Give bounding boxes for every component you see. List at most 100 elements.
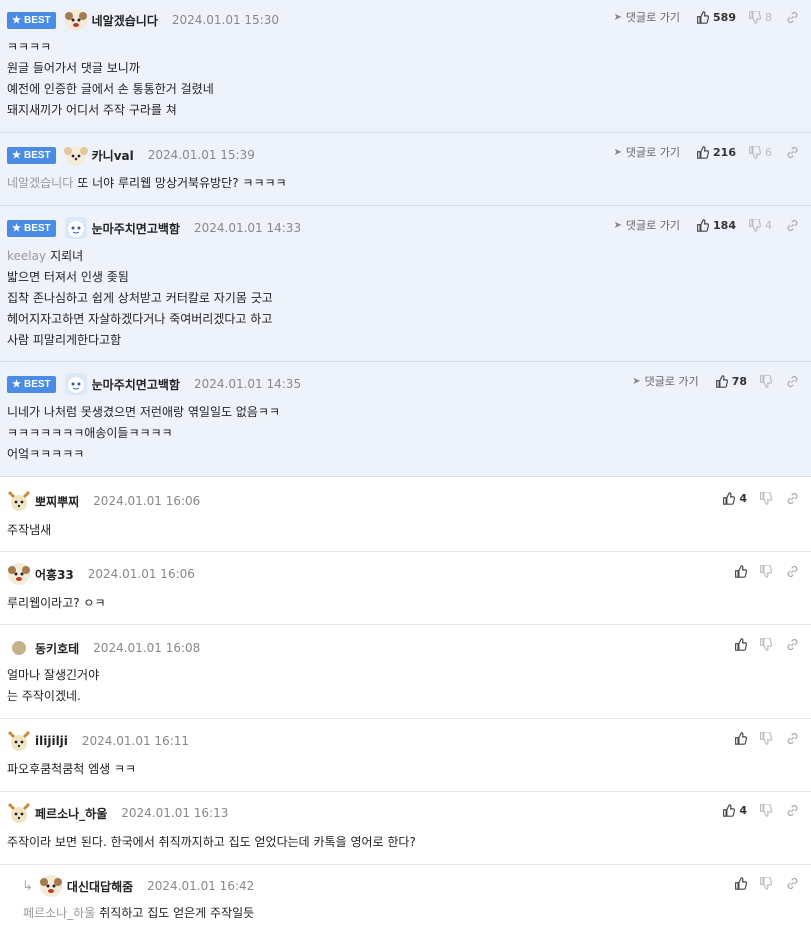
comment-header: 어흥33 2024.01.01 16:06: [7, 562, 195, 586]
dislike-button[interactable]: 4: [748, 218, 772, 232]
comment: 페르소나_하울 2024.01.01 16:13 4 주작이라 보면 된다. 한…: [0, 792, 811, 865]
avatar[interactable]: [63, 143, 88, 167]
comment-actions: [734, 634, 799, 654]
dislike-button[interactable]: [759, 637, 772, 651]
comment-line: 밟으면 터져서 인생 좆됨: [7, 270, 129, 284]
comment-actions: [734, 728, 799, 748]
avatar[interactable]: [7, 729, 31, 753]
comment-header: ★ BEST 눈마주치면고백함 2024.01.01 14:33: [7, 216, 301, 240]
send-arrow-icon: ➤: [613, 219, 622, 231]
best-comment: ★ BEST 눈마주치면고백함 2024.01.01 14:35 ➤ 댓글로 가기 …: [0, 362, 811, 477]
comment-nickname[interactable]: 대신대답해줌: [67, 878, 133, 895]
comment-actions: [734, 561, 799, 581]
link-button[interactable]: [786, 565, 799, 578]
link-button[interactable]: [786, 804, 799, 817]
like-button[interactable]: 216: [696, 146, 736, 159]
avatar[interactable]: [39, 874, 63, 898]
comment-line: ㅋㅋㅋㅋㅋㅋㅋ애송이들ㅋㅋㅋㅋ: [7, 426, 173, 440]
dislike-button[interactable]: [759, 374, 772, 388]
comment-nickname[interactable]: 어흥33: [35, 566, 74, 583]
comment-line: 지뢰녀: [50, 249, 84, 263]
goto-comment-button[interactable]: ➤ 댓글로 가기: [632, 373, 699, 389]
thumbs-up-icon: [715, 374, 728, 388]
avatar[interactable]: [7, 562, 31, 586]
avatar[interactable]: [64, 372, 88, 396]
link-button[interactable]: [786, 219, 799, 232]
avatar[interactable]: [7, 801, 31, 825]
like-button[interactable]: 589: [696, 11, 736, 24]
like-count: 78: [731, 374, 747, 388]
reply-mention[interactable]: 페르소나_하울: [23, 906, 95, 920]
comment-nickname[interactable]: 눈마주치면고백함: [92, 376, 180, 393]
avatar[interactable]: [7, 489, 31, 513]
dislike-button[interactable]: [759, 491, 772, 505]
comment-nickname[interactable]: 동키호테: [35, 640, 79, 657]
dislike-button[interactable]: 6: [748, 145, 772, 159]
link-button[interactable]: [786, 638, 799, 651]
link-icon: [787, 492, 798, 504]
avatar[interactable]: [64, 216, 88, 240]
comment-nickname[interactable]: 눈마주치면고백함: [92, 220, 180, 237]
comment: 어흥33 2024.01.01 16:06 루리웹이라고? ㅇㅋ: [0, 552, 811, 625]
comment-nickname[interactable]: ilijilji: [35, 734, 68, 748]
goto-comment-button[interactable]: ➤ 댓글로 가기: [614, 9, 681, 25]
link-icon: [787, 804, 798, 816]
best-badge-label: BEST: [23, 149, 51, 161]
comment-body: 네알겠습니다 또 너야 루리웹 망상거북유방단? ㅋㅋㅋㅋ: [7, 173, 287, 194]
comment-nickname[interactable]: 페르소나_하울: [35, 805, 107, 822]
comment-line: 원글 들어가서 댓글 보니까: [7, 61, 140, 75]
dislike-button[interactable]: [759, 803, 772, 817]
like-button[interactable]: [734, 564, 747, 578]
link-button[interactable]: [786, 146, 799, 159]
goto-label: 댓글로 가기: [625, 146, 681, 159]
thumbs-up-icon: [735, 564, 747, 578]
dislike-button[interactable]: [759, 564, 772, 578]
link-button[interactable]: [786, 11, 799, 24]
goto-comment-button[interactable]: ➤ 댓글로 가기: [614, 144, 681, 160]
send-arrow-icon: ➤: [613, 11, 622, 23]
dislike-count: 6: [765, 145, 772, 159]
comment-time: 2024.01.01 15:39: [147, 148, 255, 162]
link-button[interactable]: [786, 877, 799, 890]
dislike-button[interactable]: [759, 731, 772, 745]
comment-nickname[interactable]: 네알겠습니다: [92, 12, 158, 29]
comment: 동키호테 2024.01.01 16:08 얼마나 잘생긴거야 는 주작이겠네.: [0, 625, 811, 719]
dislike-button[interactable]: [759, 876, 772, 890]
best-comment: ★ BEST 네알겠습니다 2024.01.01 15:30 ➤ 댓글로 가기 58…: [0, 0, 811, 133]
comment-line: 집착 존나심하고 쉽게 상처받고 커터칼로 자기몸 긋고: [7, 291, 273, 305]
thumbs-up-icon: [735, 876, 747, 890]
thumbs-down-icon: [760, 803, 772, 817]
like-count: 4: [739, 491, 747, 505]
reply-mention[interactable]: 네알겠습니다: [7, 176, 73, 190]
star-icon: ★: [12, 149, 21, 161]
comment-line: 돼지새끼가 어디서 주작 구라를 쳐: [7, 103, 177, 117]
goto-label: 댓글로 가기: [644, 375, 699, 388]
avatar[interactable]: [7, 636, 31, 660]
comment-time: 2024.01.01 15:30: [171, 13, 279, 27]
comment-actions: 4: [722, 488, 799, 508]
thumbs-up-icon: [735, 637, 747, 651]
avatar[interactable]: [64, 8, 88, 32]
comment-time: 2024.01.01 14:33: [193, 221, 302, 235]
best-comment: ★ BEST 카니val 2024.01.01 15:39 ➤ 댓글로 가기 216…: [0, 133, 811, 206]
reply-mention[interactable]: keelay: [7, 249, 46, 263]
like-button[interactable]: 184: [696, 219, 736, 232]
comment-nickname[interactable]: 카니val: [92, 147, 134, 164]
like-button[interactable]: [734, 637, 747, 651]
best-badge-label: BEST: [23, 222, 51, 234]
comment-line: 파오후쿰척쿰척 엠생 ㅋㅋ: [7, 762, 137, 776]
link-button[interactable]: [786, 375, 799, 388]
reply-comment: ↳ 대신대답해줌 2024.01.01 16:42 페르소나_하울 취직하고 집도…: [0, 865, 811, 928]
like-count: 4: [739, 803, 747, 817]
like-button[interactable]: 78: [715, 375, 747, 388]
like-button[interactable]: [734, 876, 747, 890]
link-button[interactable]: [786, 732, 799, 745]
like-button[interactable]: 4: [722, 804, 747, 817]
thumbs-down-icon: [749, 218, 761, 232]
dislike-button[interactable]: 8: [748, 10, 772, 24]
goto-comment-button[interactable]: ➤ 댓글로 가기: [614, 217, 681, 233]
link-button[interactable]: [786, 492, 799, 505]
comment-nickname[interactable]: 뽀찌뿌찌: [35, 493, 79, 510]
like-button[interactable]: [734, 731, 747, 745]
like-button[interactable]: 4: [722, 492, 747, 505]
